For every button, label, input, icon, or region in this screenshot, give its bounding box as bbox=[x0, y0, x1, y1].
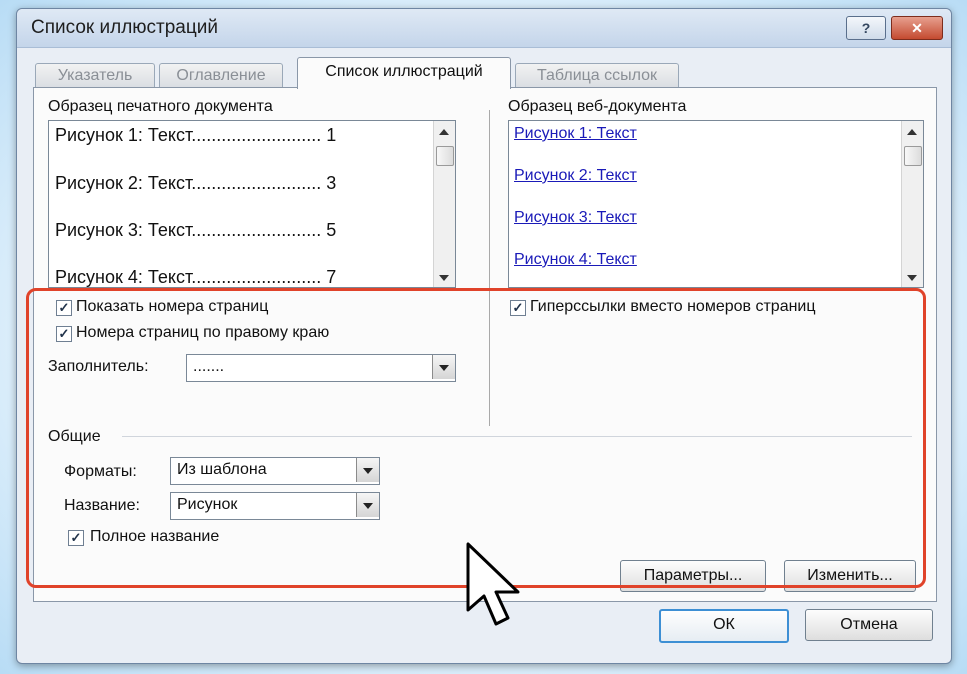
title-bar: Список иллюстраций ? ✕ bbox=[17, 9, 951, 48]
show-page-numbers-label: Показать номера страниц bbox=[76, 298, 269, 315]
vertical-divider bbox=[489, 110, 490, 426]
tab-leader-combo[interactable]: ....... bbox=[186, 354, 456, 382]
formats-value: Из шаблона bbox=[177, 461, 267, 478]
tab-leader-label: Заполнитель: bbox=[48, 358, 149, 375]
print-preview-label: Образец печатного документа bbox=[48, 98, 273, 115]
mouse-cursor-icon bbox=[462, 540, 532, 637]
general-heading: Общие bbox=[48, 428, 101, 445]
combo-dropdown-button[interactable] bbox=[432, 355, 455, 379]
close-button[interactable]: ✕ bbox=[891, 16, 943, 40]
modify-button[interactable]: Изменить... bbox=[784, 560, 916, 592]
scroll-down-icon[interactable] bbox=[907, 275, 917, 281]
print-preview-box: Рисунок 1: Текст........................… bbox=[48, 120, 456, 288]
tab-toc[interactable]: Оглавление bbox=[159, 63, 283, 88]
scroll-thumb[interactable] bbox=[436, 146, 454, 166]
caption-combo[interactable]: Рисунок bbox=[170, 492, 380, 520]
web-preview-label: Образец веб-документа bbox=[508, 98, 687, 115]
scroll-down-icon[interactable] bbox=[439, 275, 449, 281]
scroll-up-icon[interactable] bbox=[907, 129, 917, 135]
web-preview-box: Рисунок 1: Текст Рисунок 2: Текст Рисуно… bbox=[508, 120, 924, 288]
dialog-title: Список иллюстраций bbox=[31, 17, 218, 38]
ok-button[interactable]: ОК bbox=[659, 609, 789, 643]
combo-dropdown-button[interactable] bbox=[356, 493, 379, 517]
general-group-line bbox=[122, 436, 912, 437]
formats-label: Форматы: bbox=[64, 463, 137, 480]
chevron-down-icon bbox=[363, 503, 373, 509]
right-align-checkbox[interactable]: ✓ bbox=[56, 326, 72, 342]
scroll-up-icon[interactable] bbox=[439, 129, 449, 135]
right-align-label: Номера страниц по правому краю bbox=[76, 324, 330, 341]
options-button[interactable]: Параметры... bbox=[620, 560, 766, 592]
web-preview-link[interactable]: Рисунок 3: Текст bbox=[514, 209, 637, 227]
print-preview-line: Рисунок 2: Текст........................… bbox=[55, 173, 337, 193]
caption-value: Рисунок bbox=[177, 496, 238, 513]
web-preview-link[interactable]: Рисунок 1: Текст bbox=[514, 125, 637, 143]
combo-dropdown-button[interactable] bbox=[356, 458, 379, 482]
help-button[interactable]: ? bbox=[846, 16, 886, 40]
web-preview-link[interactable]: Рисунок 2: Текст bbox=[514, 167, 637, 185]
web-preview-scrollbar[interactable] bbox=[901, 121, 923, 287]
tab-table-of-authorities[interactable]: Таблица ссылок bbox=[515, 63, 679, 88]
print-preview-line: Рисунок 4: Текст........................… bbox=[55, 267, 337, 287]
caption-label: Название: bbox=[64, 497, 140, 514]
chevron-down-icon bbox=[439, 365, 449, 371]
tab-index[interactable]: Указатель bbox=[35, 63, 155, 88]
cancel-button[interactable]: Отмена bbox=[805, 609, 933, 641]
scroll-thumb[interactable] bbox=[904, 146, 922, 166]
tab-table-of-figures[interactable]: Список иллюстраций bbox=[297, 57, 511, 89]
hyperlinks-label: Гиперссылки вместо номеров страниц bbox=[530, 298, 816, 315]
tab-leader-value: ....... bbox=[193, 358, 225, 375]
chevron-down-icon bbox=[363, 468, 373, 474]
full-caption-checkbox[interactable]: ✓ bbox=[68, 530, 84, 546]
full-caption-label: Полное название bbox=[90, 528, 220, 545]
hyperlinks-checkbox[interactable]: ✓ bbox=[510, 300, 526, 316]
show-page-numbers-checkbox[interactable]: ✓ bbox=[56, 300, 72, 316]
tab-panel: Образец печатного документа Рисунок 1: Т… bbox=[33, 87, 937, 602]
web-preview-link[interactable]: Рисунок 4: Текст bbox=[514, 251, 637, 269]
print-preview-line: Рисунок 1: Текст........................… bbox=[55, 125, 337, 145]
formats-combo[interactable]: Из шаблона bbox=[170, 457, 380, 485]
print-preview-scrollbar[interactable] bbox=[433, 121, 455, 287]
print-preview-line: Рисунок 3: Текст........................… bbox=[55, 220, 337, 240]
